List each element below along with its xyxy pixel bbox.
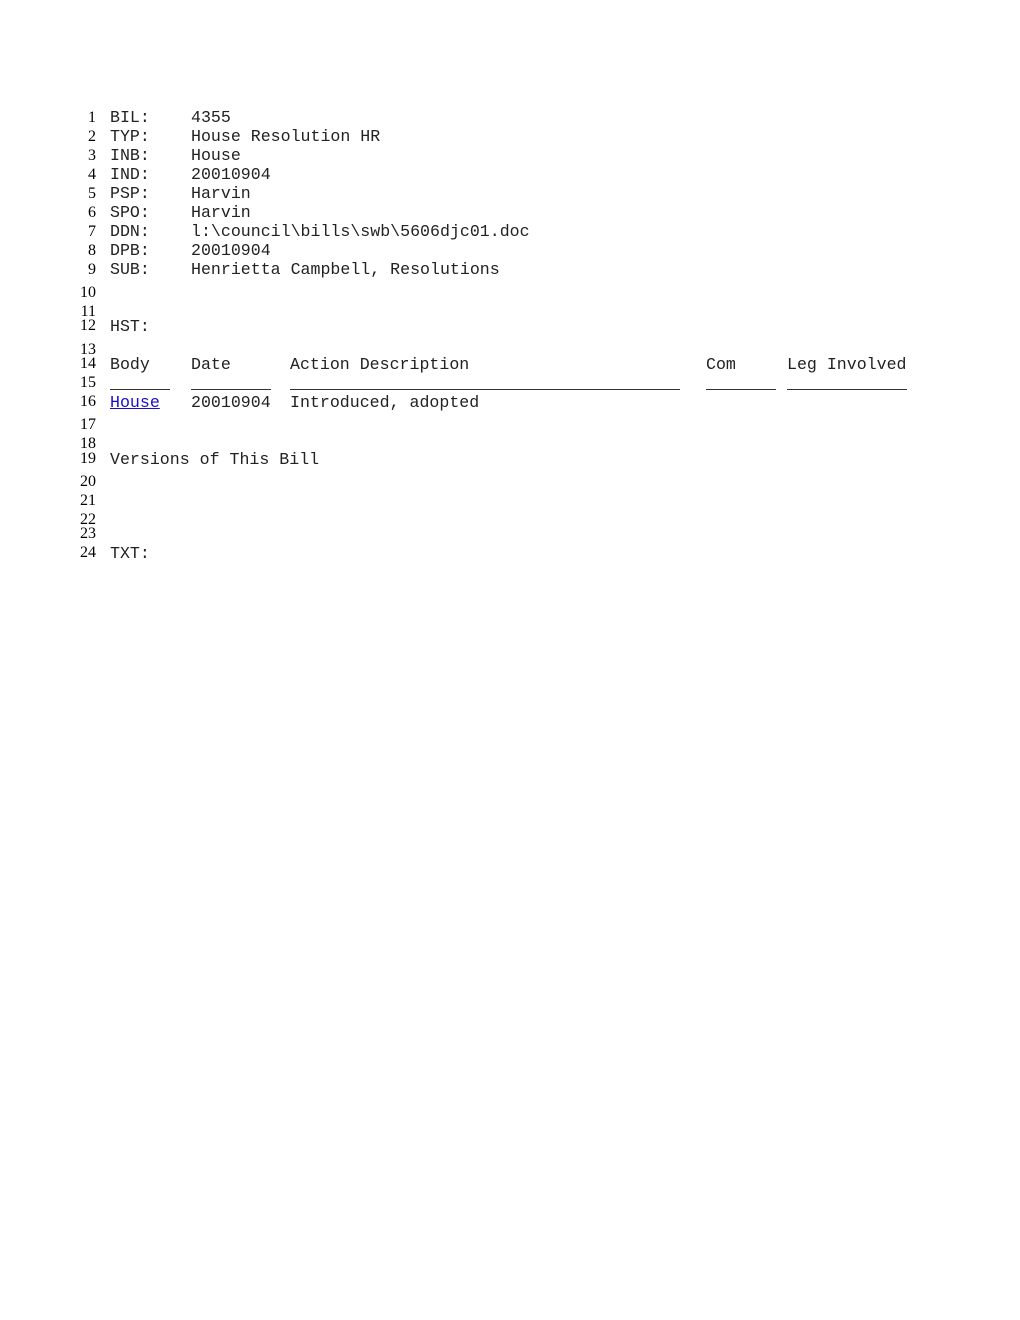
line-number: 20 (80, 473, 96, 490)
line-number: 5 (88, 185, 96, 202)
column-header-date: Date (191, 355, 231, 374)
field-value-bil: 4355 (191, 108, 231, 127)
line-number: 8 (88, 242, 96, 259)
column-rule-body (110, 389, 170, 390)
field-value-sub: Henrietta Campbell, Resolutions (191, 260, 500, 279)
body-link-house[interactable]: House (110, 394, 160, 411)
field-value-ddn: l:\council\bills\swb\5606djc01.doc (191, 222, 530, 241)
bill-document: 1 BIL: 4355 2 TYP: House Resolution HR 3… (0, 0, 1020, 1320)
line-number: 23 (80, 525, 96, 542)
column-header-action: Action Description (290, 355, 470, 374)
field-label-inb: INB: (110, 146, 150, 165)
field-value-dpb: 20010904 (191, 241, 271, 260)
line-number: 15 (80, 374, 96, 391)
column-header-com: Com (706, 355, 736, 374)
column-rule-date (191, 389, 271, 390)
field-value-spo: Harvin (191, 203, 251, 222)
line-number: 1 (88, 109, 96, 126)
line-number: 12 (80, 317, 96, 334)
field-value-inb: House (191, 146, 241, 165)
field-value-ind: 20010904 (191, 165, 271, 184)
field-label-typ: TYP: (110, 127, 150, 146)
column-header-body: Body (110, 355, 150, 374)
line-number: 16 (80, 393, 96, 410)
line-number: 7 (88, 223, 96, 240)
field-label-ind: IND: (110, 165, 150, 184)
field-value-typ: House Resolution HR (191, 127, 381, 146)
line-number: 9 (88, 261, 96, 278)
column-header-leg: Leg Involved (787, 355, 907, 374)
line-number: 10 (80, 284, 96, 301)
history-date: 20010904 (191, 393, 271, 412)
history-label: HST: (110, 317, 150, 336)
text-label: TXT: (110, 544, 150, 563)
column-rule-com (706, 389, 776, 390)
line-number: 3 (88, 147, 96, 164)
line-number: 2 (88, 128, 96, 145)
line-number: 6 (88, 204, 96, 221)
field-label-psp: PSP: (110, 184, 150, 203)
column-rule-action (290, 389, 680, 390)
field-label-sub: SUB: (110, 260, 150, 279)
line-number: 21 (80, 492, 96, 509)
column-rule-leg (787, 389, 907, 390)
field-label-ddn: DDN: (110, 222, 150, 241)
line-number: 4 (88, 166, 96, 183)
line-number: 19 (80, 450, 96, 467)
field-value-psp: Harvin (191, 184, 251, 203)
history-action: Introduced, adopted (290, 393, 480, 412)
line-number: 17 (80, 416, 96, 433)
line-number: 24 (80, 544, 96, 561)
line-number: 14 (80, 355, 96, 372)
versions-heading: Versions of This Bill (110, 450, 320, 469)
field-label-spo: SPO: (110, 203, 150, 222)
field-label-dpb: DPB: (110, 241, 150, 260)
field-label-bil: BIL: (110, 108, 150, 127)
